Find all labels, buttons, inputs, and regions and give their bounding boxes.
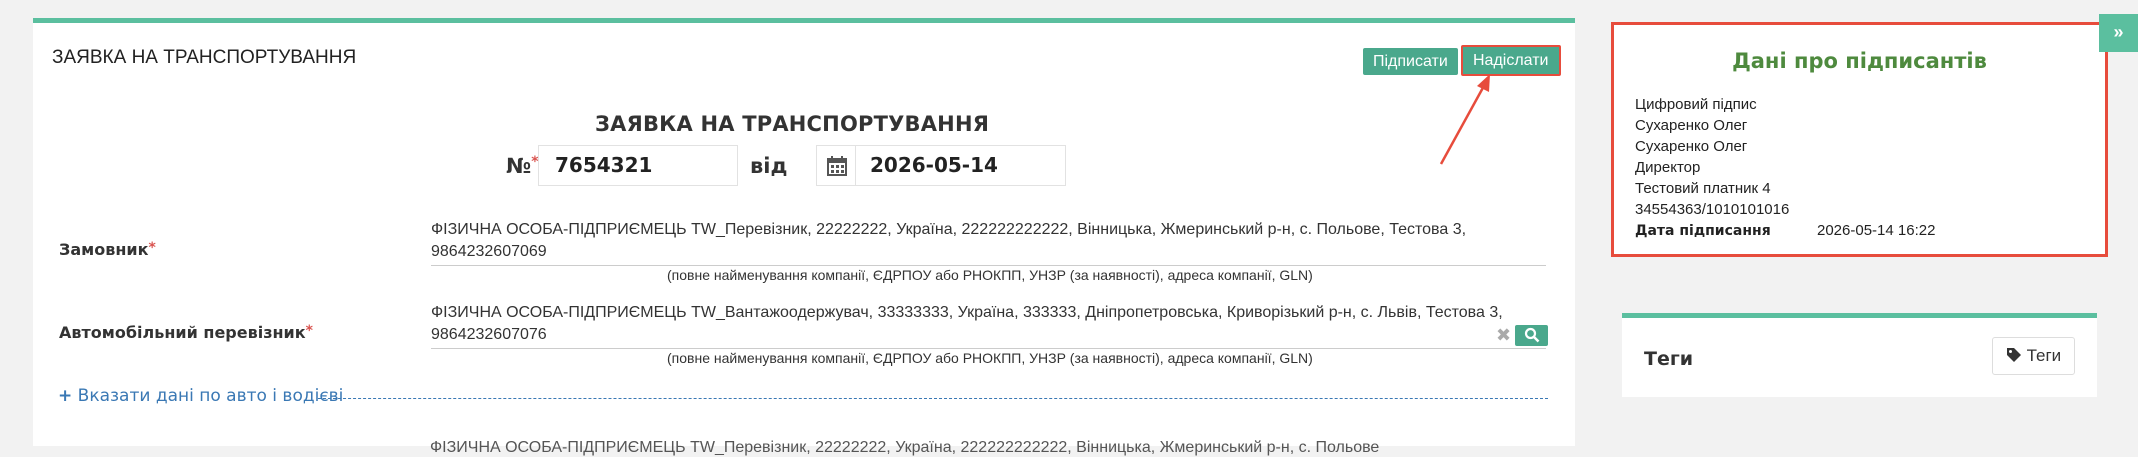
signers-title: Дані про підписантів xyxy=(1732,49,1987,73)
carrier-label: Автомобільний перевізник* xyxy=(59,323,313,342)
date-input[interactable]: 2026-05-14 xyxy=(855,145,1066,186)
signer-codes: 34554363/1010101016 xyxy=(1635,201,1790,218)
signer-owner: Сухаренко Олег xyxy=(1635,138,1748,155)
truncated-field-text: ФІЗИЧНА ОСОБА-ПІДПРИЄМЕЦЬ TW_Перевізник,… xyxy=(430,439,1380,456)
carrier-hint: (повне найменування компанії, ЄДРПОУ або… xyxy=(667,350,1313,366)
signer-organization: Тестовий платник 4 xyxy=(1635,180,1771,197)
customer-hint: (повне найменування компанії, ЄДРПОУ або… xyxy=(667,267,1313,283)
tags-button[interactable]: Теги xyxy=(1992,337,2075,375)
expand-icon: » xyxy=(2113,22,2124,42)
signer-position: Директор xyxy=(1635,159,1701,176)
calendar-button[interactable] xyxy=(816,145,856,186)
sign-date-value: 2026-05-14 16:22 xyxy=(1817,222,1936,239)
tags-title: Теги xyxy=(1644,348,1694,370)
add-vehicle-link[interactable]: + Вказати дані по авто і водієві xyxy=(58,386,343,406)
number-input[interactable]: 7654321 xyxy=(538,145,738,186)
signers-panel: Дані про підписантів Цифровий підпис Сух… xyxy=(1611,22,2108,257)
calendar-icon xyxy=(827,156,847,176)
signer-signature-type: Цифровий підпис xyxy=(1635,96,1757,113)
expand-panel-button[interactable]: » xyxy=(2099,14,2138,52)
carrier-field[interactable]: ФІЗИЧНА ОСОБА-ПІДПРИЄМЕЦЬ TW_Вантажоодер… xyxy=(431,302,1546,349)
date-from-label: від xyxy=(750,154,788,178)
customer-label: Замовник* xyxy=(59,240,156,259)
customer-field[interactable]: ФІЗИЧНА ОСОБА-ПІДПРИЄМЕЦЬ TW_Перевізник,… xyxy=(431,219,1546,266)
tags-card: Теги Теги xyxy=(1622,313,2097,397)
number-label: №* xyxy=(506,154,539,178)
dashed-divider xyxy=(318,398,1548,399)
tag-icon xyxy=(2006,348,2021,362)
annotation-arrow xyxy=(1439,74,1490,165)
document-heading: ЗАЯВКА НА ТРАНСПОРТУВАННЯ xyxy=(595,112,990,136)
search-button[interactable] xyxy=(1515,325,1548,346)
card-title: ЗАЯВКА НА ТРАНСПОРТУВАННЯ xyxy=(52,47,357,68)
clear-icon[interactable]: ✖ xyxy=(1496,325,1511,346)
signer-name: Сухаренко Олег xyxy=(1635,117,1748,134)
sign-date-label: Дата підписання xyxy=(1635,223,1771,239)
plus-icon: + xyxy=(58,386,73,406)
search-icon xyxy=(1524,327,1540,343)
